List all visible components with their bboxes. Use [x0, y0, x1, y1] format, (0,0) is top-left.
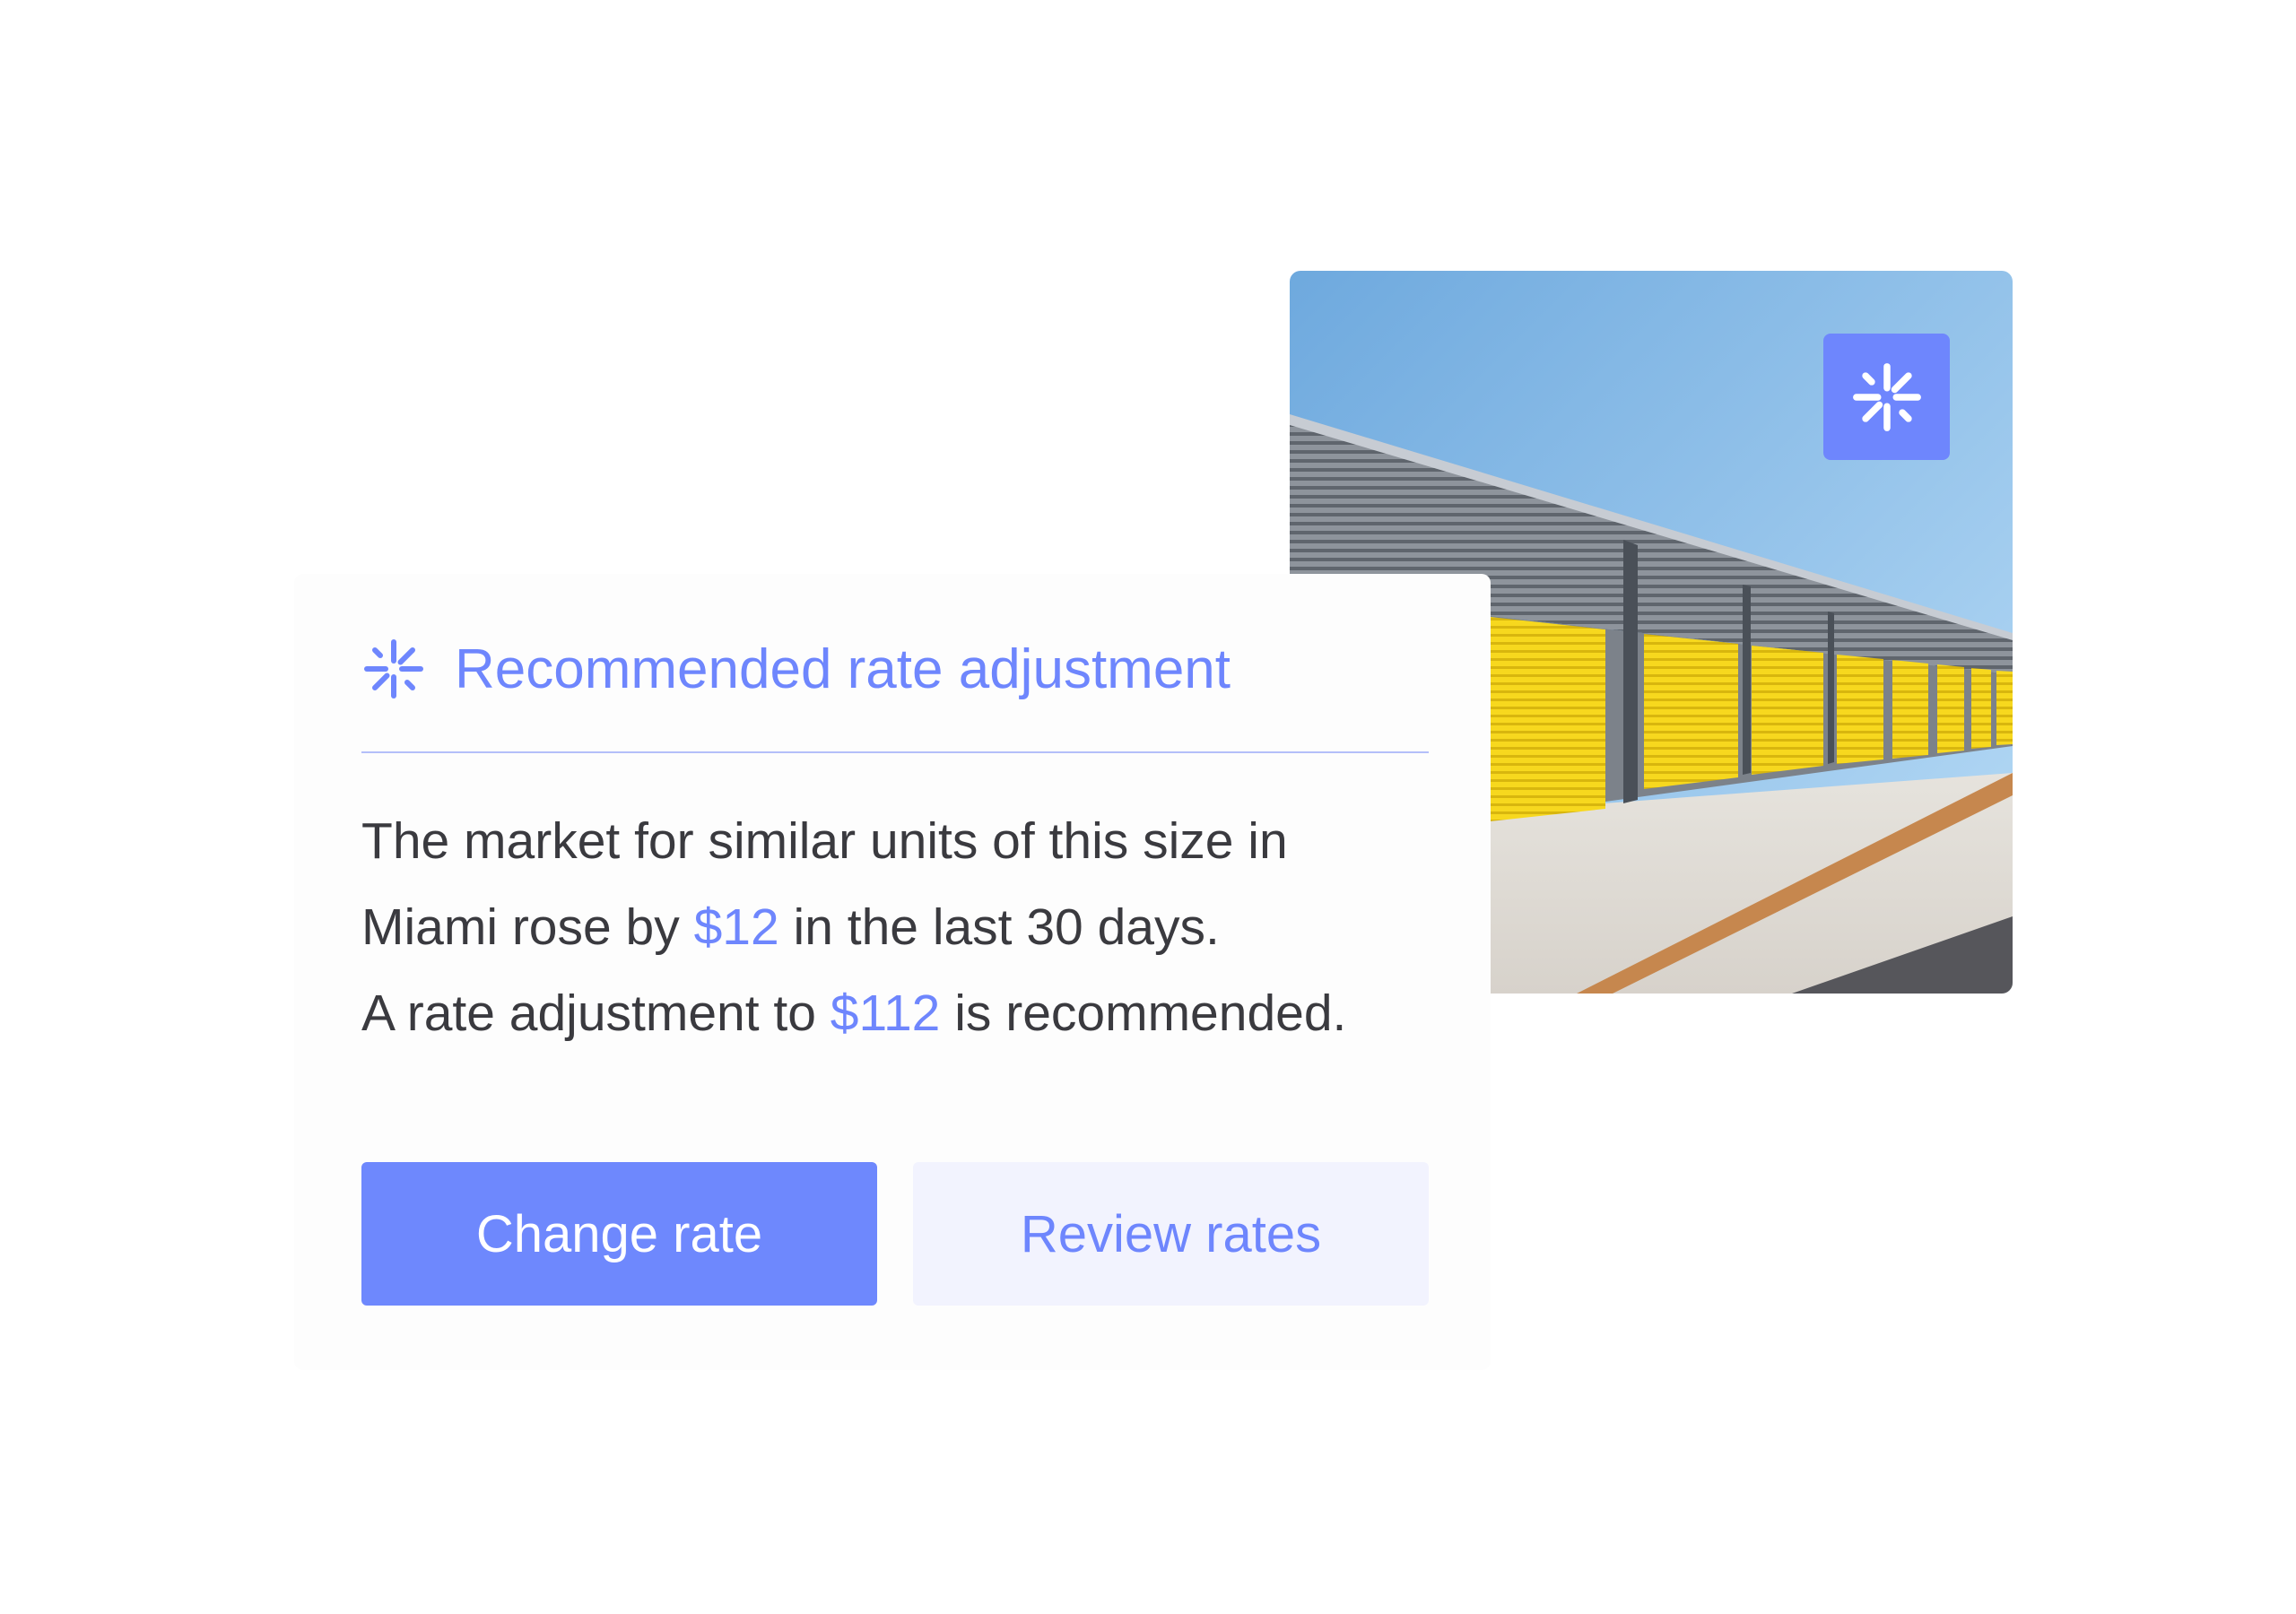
card-title: Recommended rate adjustment: [455, 638, 1231, 700]
divider: [361, 751, 1429, 753]
body-text: A rate adjustment to: [361, 985, 831, 1042]
body-text: Miami rose by: [361, 898, 694, 956]
ai-badge: [1823, 334, 1950, 460]
body-text: is recommended.: [940, 985, 1347, 1042]
body-line-3: A rate adjustment to $112 is recommended…: [361, 970, 1438, 1056]
market-increase-amount: $12: [693, 898, 779, 956]
review-rates-button[interactable]: Review rates: [913, 1162, 1429, 1306]
card-header: Recommended rate adjustment: [361, 637, 1231, 701]
recommended-rate-amount: $112: [830, 985, 941, 1042]
sparkle-icon: [361, 637, 426, 701]
change-rate-button[interactable]: Change rate: [361, 1162, 877, 1306]
body-text: in the last 30 days.: [778, 898, 1220, 956]
body-line-1: The market for similar units of this siz…: [361, 812, 1288, 870]
sparkle-icon: [1852, 362, 1921, 431]
recommendation-card: Recommended rate adjustment The market f…: [294, 574, 1491, 1370]
body-line-2: Miami rose by $12 in the last 30 days.: [361, 884, 1438, 970]
recommendation-text: The market for similar units of this siz…: [361, 798, 1438, 1056]
